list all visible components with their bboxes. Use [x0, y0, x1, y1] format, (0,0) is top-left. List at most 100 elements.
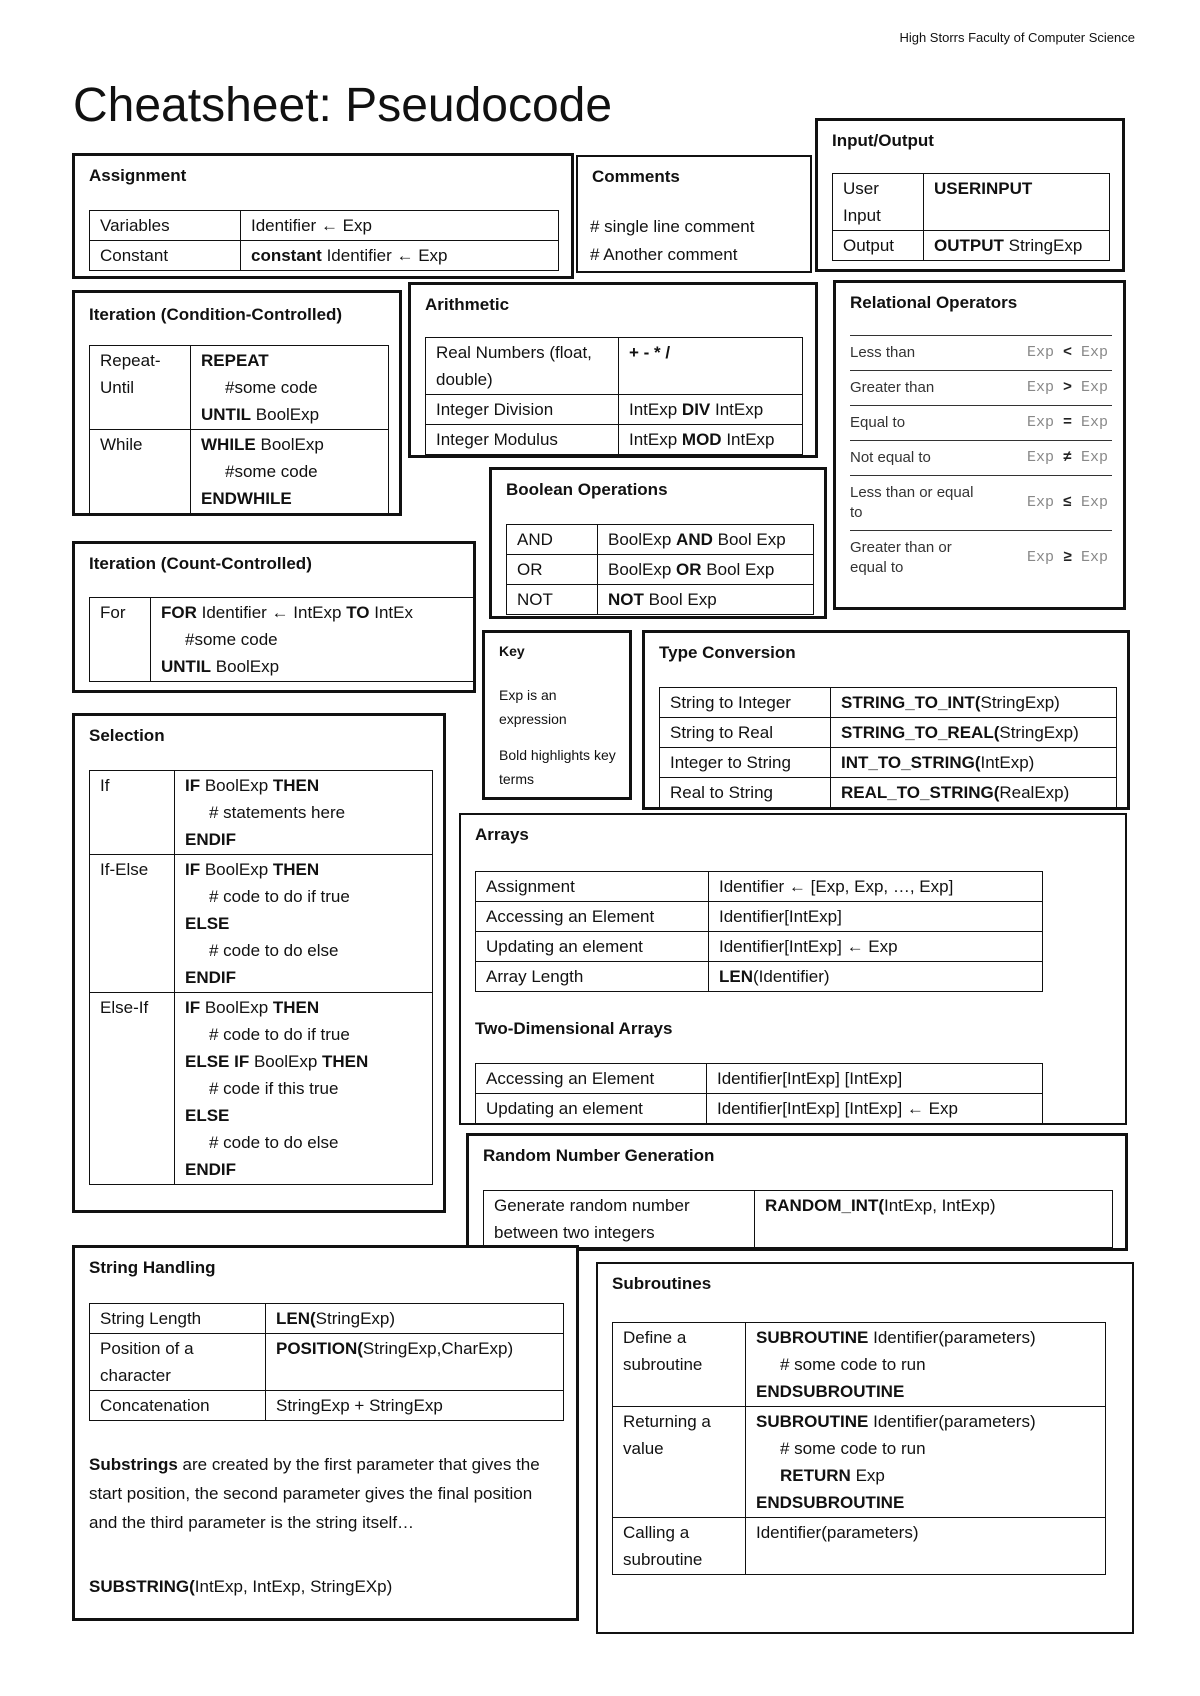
code-text: Bool Exp [701, 560, 775, 579]
row-label: OR [506, 554, 598, 585]
code-text: IntExp [721, 430, 775, 449]
code-text: Identifier ← [Exp, Exp, …, Exp] [719, 877, 954, 896]
keyword: RANDOM_INT( [765, 1196, 884, 1215]
keyword: INT_TO_STRING( [841, 753, 981, 772]
keyword: THEN [272, 776, 320, 795]
operand: Exp [1026, 379, 1054, 396]
code-text: StringExp) [315, 1309, 396, 1328]
relational-label: Equal to [850, 405, 990, 441]
row-syntax: RANDOM_INT(IntExp, IntExp) [754, 1190, 1113, 1248]
code-text: BoolExp [255, 435, 324, 454]
operand: Exp [1080, 549, 1108, 566]
row-label: Output [832, 230, 924, 261]
table-row: Integer Modulus IntExp MOD IntExp [425, 424, 803, 455]
keyword: ENDIF [185, 830, 236, 849]
code-text: Identifier[IntExp] [719, 907, 842, 926]
keyword: LEN( [276, 1309, 316, 1328]
relational-expression: Exp ≤ Exp [990, 475, 1112, 531]
keyword: LEN [719, 967, 753, 986]
table-row: Updating an element Identifier[IntExp] [I… [475, 1093, 1043, 1124]
row-label: Updating an element [475, 931, 709, 962]
table-row: String to Real STRING_TO_REAL(StringExp) [659, 717, 1117, 748]
table-row: Array Length LEN(Identifier) [475, 961, 1043, 992]
keyword: ENDWHILE [201, 489, 292, 508]
code-line: Identifier(parameters) [756, 1519, 1095, 1546]
row-syntax: NOT Bool Exp [597, 584, 814, 615]
keyword: ← [320, 216, 338, 235]
table-row: NOT NOT Bool Exp [506, 584, 814, 615]
row-syntax: Identifier[IntExp] ← Exp [708, 931, 1043, 962]
table-row: Variables Identifier ← Exp [89, 210, 559, 241]
subroutines-table: Define a subroutine SUBROUTINE Identifier… [612, 1322, 1106, 1575]
operator-symbol: < [1053, 344, 1081, 361]
key-panel: Key Exp is an expression Bold highlights… [482, 630, 632, 800]
keyword: ENDIF [185, 968, 236, 987]
code-line: WHILE BoolExp [201, 431, 378, 458]
code-text: Identifier[IntExp] [IntExp] [717, 1069, 903, 1088]
row-label: Position of a character [89, 1333, 266, 1391]
code-line: # some code to run [756, 1435, 1095, 1462]
keyword: TO [346, 603, 370, 622]
boolean-operations-panel: Boolean Operations AND BoolExp AND Bool E… [489, 467, 827, 619]
operator-symbol: ≤ [1053, 494, 1081, 511]
relational-label: Less than or equal to [850, 475, 990, 531]
code-text: BoolExp [200, 998, 273, 1017]
selection-table: If IF BoolExp THEN # statements here ENDIF I… [89, 770, 433, 1185]
code-line: ELSE [185, 1102, 422, 1129]
table-row: For FOR Identifier ← IntExp TO IntEx #some… [89, 597, 475, 682]
code-text: # code to do if true [209, 887, 350, 906]
row-syntax: BoolExp OR Bool Exp [597, 554, 814, 585]
two-d-arrays-title: Two-Dimensional Arrays [475, 1019, 673, 1038]
code-text: StringExp + StringExp [276, 1396, 443, 1415]
row-label: Accessing an Element [475, 901, 709, 932]
random-number-title: Random Number Generation [483, 1146, 715, 1165]
code-text: # code if this true [209, 1079, 339, 1098]
code-line: # code to do if true [185, 883, 422, 910]
row-label: Concatenation [89, 1390, 266, 1421]
operator-symbol: ≥ [1053, 549, 1081, 566]
code-line: IF BoolExp THEN [185, 772, 422, 799]
table-row: Updating an element Identifier[IntExp] ← … [475, 931, 1043, 962]
page-title: Cheatsheet: Pseudocode [73, 79, 613, 132]
assignment-panel: Assignment Variables Identifier ← Exp Cons… [72, 153, 574, 279]
code-text: #some code [185, 630, 278, 649]
substrings-description: Substrings are created by the first para… [89, 1450, 559, 1537]
code-line: IntExp DIV IntExp [629, 396, 792, 423]
table-row: Accessing an Element Identifier[IntExp] [… [475, 1063, 1043, 1094]
code-line: # code if this true [185, 1075, 422, 1102]
operator-symbol: > [1053, 379, 1081, 396]
code-line: OUTPUT StringExp [934, 232, 1099, 259]
table-row: Define a subroutine SUBROUTINE Identifier… [612, 1322, 1106, 1407]
keyword: OR [676, 560, 702, 579]
code-text: # code to do else [209, 941, 339, 960]
table-row: Repeat-Until REPEAT #some code UNTIL BoolEx… [89, 345, 389, 430]
operand: Exp [1026, 414, 1054, 431]
relational-row: Less than Exp < Exp [850, 335, 1112, 371]
code-line: + - * / [629, 339, 792, 366]
table-row: Integer to String INT_TO_STRING(IntExp) [659, 747, 1117, 778]
input-output-title: Input/Output [832, 131, 934, 150]
table-row: Accessing an Element Identifier[IntExp] [475, 901, 1043, 932]
row-syntax: POSITION(StringExp,CharExp) [265, 1333, 564, 1391]
code-line: INT_TO_STRING(IntExp) [841, 749, 1106, 776]
keyword: ELSE [185, 914, 230, 933]
code-line: BoolExp OR Bool Exp [608, 556, 803, 583]
row-label: Integer Modulus [425, 424, 619, 455]
row-syntax: + - * / [618, 337, 803, 395]
arithmetic-title: Arithmetic [425, 295, 510, 314]
relational-row: Less than or equal to Exp ≤ Exp [850, 475, 1112, 531]
row-syntax: USERINPUT [923, 173, 1110, 231]
code-text: Identifier ← IntExp [196, 603, 347, 622]
row-label: Else-If [89, 992, 175, 1185]
code-line: # statements here [185, 799, 422, 826]
code-line: #some code [161, 626, 464, 653]
substring-syntax: SUBSTRING(IntExp, IntExp, StringEXp) [89, 1572, 392, 1601]
iteration-count-table: For FOR Identifier ← IntExp TO IntEx #some… [89, 597, 475, 682]
code-line: # code to do else [185, 1129, 422, 1156]
code-text: Bool Exp [712, 530, 786, 549]
code-text: #some code [225, 378, 318, 397]
operand: Exp [1080, 449, 1108, 466]
code-line: #some code [201, 374, 378, 401]
operand: Exp [1080, 344, 1108, 361]
code-text: StringExp [1003, 236, 1083, 255]
